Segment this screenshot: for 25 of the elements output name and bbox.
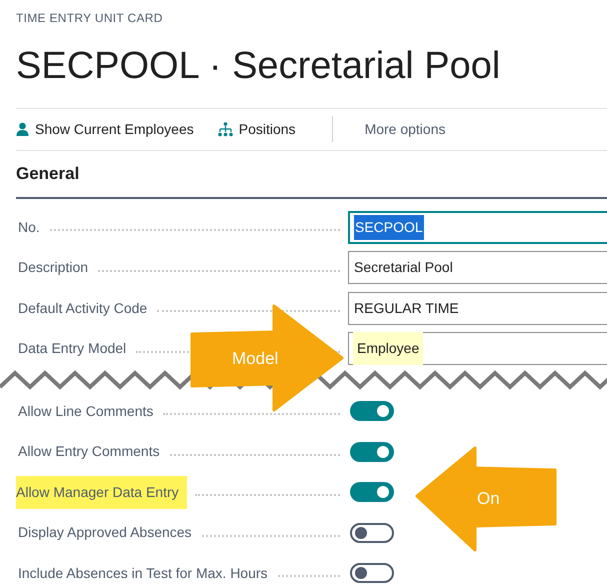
callout-text: On [477, 488, 500, 510]
page-caption: TIME ENTRY UNIT CARD [16, 10, 163, 27]
more-options-button[interactable]: More options [364, 118, 446, 140]
field-label: Include Absences in Test for Max. Hours [17, 564, 269, 583]
toggle-switch[interactable] [350, 442, 394, 462]
page-title: SECPOOL · Secretarial Pool [16, 46, 500, 88]
callout-text: Model [232, 348, 278, 370]
field-label: Allow Manager Data Entry [16, 476, 187, 509]
field-label: Default Activity Code [17, 298, 148, 318]
action-button[interactable]: Show Current Employees [16, 118, 194, 140]
field-label: Allow Entry Comments [17, 442, 161, 462]
field-value[interactable]: SECPOOL [354, 214, 424, 240]
section-title: General [16, 164, 80, 183]
field-label: Data Entry Model [17, 339, 128, 358]
hierarchy-icon [218, 122, 233, 137]
toggle-switch[interactable] [350, 401, 394, 422]
field-label: Allow Line Comments [17, 402, 154, 421]
toggle-switch[interactable] [350, 482, 394, 502]
toggle-switch[interactable] [350, 563, 394, 584]
action-button[interactable]: Positions [218, 118, 296, 140]
field-label: Description [17, 258, 90, 278]
person-icon [16, 122, 29, 136]
toggle-switch[interactable] [350, 522, 394, 543]
field-label: No. [17, 218, 41, 237]
field-label: Display Approved Absences [17, 523, 193, 542]
